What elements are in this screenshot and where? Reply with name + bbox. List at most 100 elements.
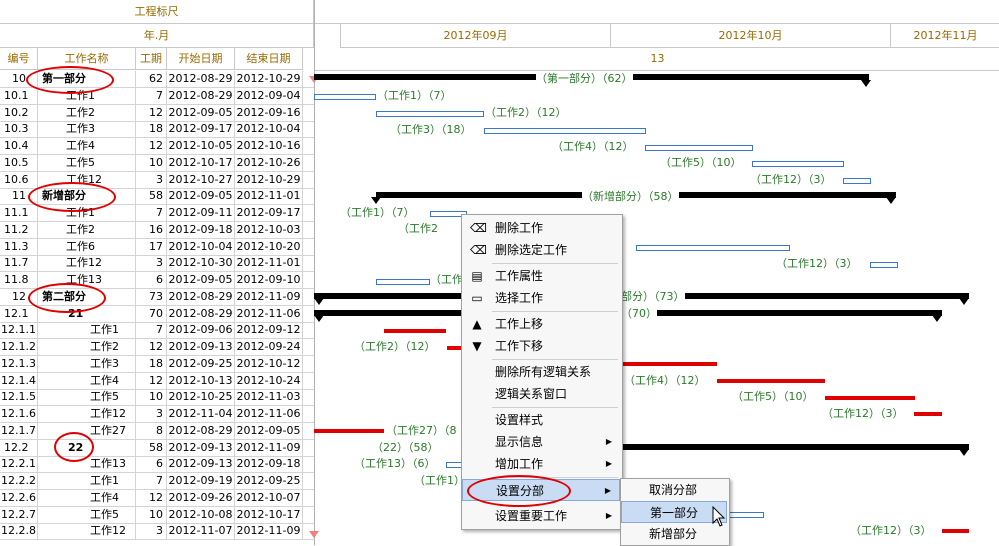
cell-duration: 58 — [136, 188, 167, 206]
annotation-circle — [26, 66, 114, 94]
critical-bar[interactable] — [384, 329, 446, 333]
critical-bar[interactable] — [942, 529, 969, 533]
menu-item-delete-all-links[interactable]: 删除所有逻辑关系 — [462, 361, 620, 383]
submenu-item-cancel-section[interactable]: 取消分部 — [621, 479, 727, 501]
menu-item-delete-task[interactable]: ⌫ 删除工作 — [462, 217, 620, 239]
cell-duration: 12 — [136, 489, 167, 507]
task-bar[interactable] — [484, 128, 646, 134]
table-row[interactable]: 10.2 工作2 12 2012-09-05 2012-09-16 — [0, 104, 314, 122]
menu-item-move-down[interactable]: ▼ 工作下移 — [462, 335, 620, 357]
task-bar[interactable] — [870, 262, 898, 268]
gantt-label: （工作1）（7） — [340, 206, 415, 219]
cell-end: 2012-11-03 — [235, 389, 303, 407]
task-bar[interactable] — [314, 94, 376, 100]
task-bar[interactable] — [376, 111, 484, 117]
menu-item-move-up[interactable]: ▲ 工作上移 — [462, 313, 620, 335]
select-icon: ▭ — [471, 291, 483, 305]
menu-item-delete-selected[interactable]: ⌫ 删除选定工作 — [462, 239, 620, 261]
table-row[interactable]: 12.2 22 58 2012-09-13 2012-11-09 — [0, 439, 314, 457]
critical-bar[interactable] — [314, 429, 384, 433]
table-row[interactable]: 11.2 工作2 16 2012-09-18 2012-10-03 — [0, 221, 314, 239]
cell-end: 2012-09-12 — [235, 322, 303, 340]
cell-start: 2012-08-29 — [167, 71, 235, 88]
col-header-code[interactable]: 编号 — [0, 48, 38, 70]
table-row[interactable]: 12.2.6 工作4 12 2012-09-26 2012-10-07 — [0, 489, 314, 507]
menu-item-set-important[interactable]: 设置重要工作 ▶ — [462, 505, 620, 527]
table-row[interactable]: 12.2.2 工作1 7 2012-09-19 2012-09-25 — [0, 473, 314, 490]
menu-item-show-info[interactable]: 显示信息 ▶ — [462, 431, 620, 453]
cell-name: 工作5 — [38, 389, 136, 407]
ruler-title: 工程标尺 — [0, 0, 314, 24]
menu-item-select-task[interactable]: ▭ 选择工作 — [462, 287, 620, 309]
table-row[interactable]: 12.1.5 工作5 10 2012-10-25 2012-11-03 — [0, 389, 314, 407]
table-row[interactable]: 12.1.3 工作3 18 2012-09-25 2012-10-12 — [0, 355, 314, 373]
cell-end: 2012-09-04 — [235, 87, 303, 105]
table-row[interactable]: 11.7 工作12 3 2012-10-30 2012-11-01 — [0, 255, 314, 273]
cell-end: 2012-09-10 — [235, 272, 303, 289]
cell-end: 2012-11-09 — [235, 439, 303, 457]
menu-item-link-window[interactable]: 逻辑关系窗口 — [462, 383, 620, 405]
table-row[interactable]: 12.1.6 工作12 3 2012-11-04 2012-11-06 — [0, 406, 314, 423]
task-bar[interactable] — [645, 145, 753, 151]
cell-duration: 12 — [136, 372, 167, 390]
cell-duration: 17 — [136, 238, 167, 256]
menu-item-label: 工作上移 — [495, 317, 544, 331]
summary-bar[interactable] — [620, 444, 969, 450]
month-oct: 2012年10月 — [610, 24, 890, 48]
table-row[interactable]: 12.1.7 工作27 8 2012-08-29 2012-09-05 — [0, 422, 314, 440]
menu-item-label: 显示信息 — [495, 435, 544, 449]
cell-name: 工作3 — [38, 355, 136, 373]
annotation-circle — [467, 475, 571, 507]
task-bar[interactable] — [636, 245, 790, 251]
cell-code: 12.1.4 — [0, 372, 38, 390]
cell-code: 10.6 — [0, 171, 38, 189]
menu-item-label: 删除选定工作 — [495, 243, 568, 257]
gantt-label: （工作1） — [414, 474, 465, 487]
table-row[interactable]: 12.1.4 工作4 12 2012-10-13 2012-10-24 — [0, 372, 314, 390]
table-row[interactable]: 12.1.1 工作1 7 2012-09-06 2012-09-12 — [0, 322, 314, 340]
menu-item-task-properties[interactable]: ▤ 工作属性 — [462, 265, 620, 287]
cell-name: 工作12 — [38, 406, 136, 423]
cell-end: 2012-09-18 — [235, 456, 303, 474]
table-row[interactable]: 12.2.1 工作13 6 2012-09-13 2012-09-18 — [0, 456, 314, 474]
table-row[interactable]: 11.3 工作6 17 2012-10-04 2012-10-20 — [0, 238, 314, 256]
table-row[interactable]: 12.1.2 工作2 12 2012-09-13 2012-09-24 — [0, 339, 314, 356]
menu-item-label: 删除所有逻辑关系 — [495, 365, 592, 379]
cell-start: 2012-09-13 — [167, 456, 235, 474]
menu-separator — [492, 407, 618, 408]
critical-bar[interactable] — [717, 379, 825, 383]
task-bar[interactable] — [752, 161, 844, 167]
task-bar[interactable] — [376, 279, 430, 285]
cell-start: 2012-09-25 — [167, 355, 235, 373]
gantt-label: （工作4）（12） — [552, 140, 634, 153]
critical-bar[interactable] — [447, 346, 461, 350]
table-row[interactable]: 10.5 工作5 10 2012-10-17 2012-10-26 — [0, 154, 314, 172]
col-header-end[interactable]: 结束日期 — [235, 48, 303, 70]
critical-bar[interactable] — [914, 412, 942, 416]
cell-code: 12.2.7 — [0, 506, 38, 524]
cell-code: 10.2 — [0, 104, 38, 122]
cell-end: 2012-11-06 — [235, 406, 303, 423]
cell-code: 12.1.1 — [0, 322, 38, 340]
submenu-arrow-icon: ▶ — [605, 459, 612, 468]
cell-start: 2012-08-29 — [167, 305, 235, 323]
cell-start: 2012-10-08 — [167, 506, 235, 524]
task-bar[interactable] — [843, 178, 871, 184]
table-row[interactable]: 10.3 工作3 18 2012-09-17 2012-10-04 — [0, 121, 314, 139]
gantt-label: （第一部分）（62） — [536, 72, 633, 86]
critical-bar[interactable] — [825, 396, 915, 400]
table-row[interactable]: 12.2.8 工作12 3 2012-11-07 2012-11-09 — [0, 523, 314, 541]
col-header-start[interactable]: 开始日期 — [167, 48, 235, 70]
table-row[interactable]: 12.2.7 工作5 10 2012-10-08 2012-10-17 — [0, 506, 314, 524]
task-bar[interactable] — [726, 512, 764, 518]
table-row[interactable]: 10.4 工作4 12 2012-10-05 2012-10-16 — [0, 138, 314, 155]
summary-end-icon — [959, 449, 969, 456]
menu-item-add-task[interactable]: 增加工作 ▶ — [462, 453, 620, 475]
critical-bar[interactable] — [621, 362, 717, 366]
menu-item-set-style[interactable]: 设置样式 — [462, 409, 620, 431]
col-header-duration[interactable]: 工期 — [136, 48, 167, 70]
row-marker-icon — [309, 531, 319, 538]
cell-start: 2012-10-05 — [167, 138, 235, 155]
cell-duration: 70 — [136, 305, 167, 323]
submenu-arrow-icon: ▶ — [604, 486, 611, 495]
